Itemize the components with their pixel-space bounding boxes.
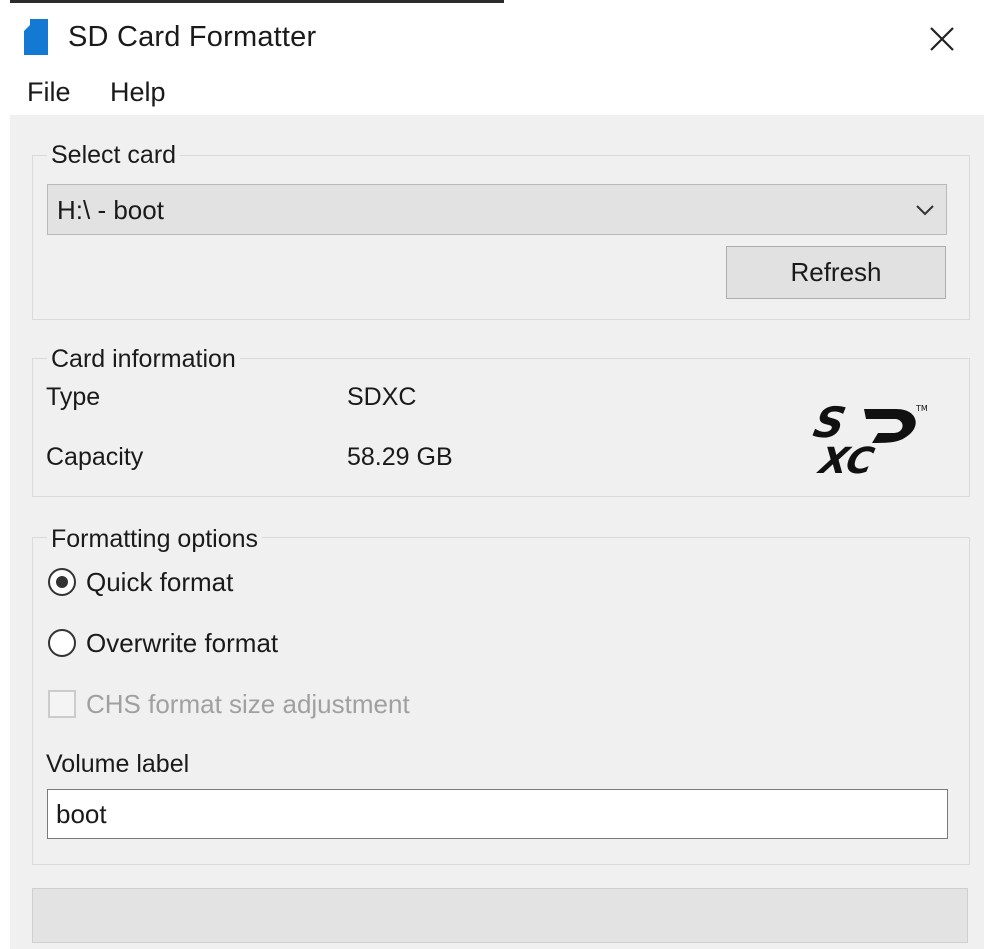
formatting-options-legend: Formatting options bbox=[47, 524, 263, 554]
quick-format-radio-button[interactable] bbox=[48, 568, 76, 596]
chs-adjustment-label: CHS format size adjustment bbox=[86, 689, 410, 719]
sd-card-formatter-window: SD Card Formatter File Help Select card … bbox=[0, 0, 984, 949]
overwrite-format-radio-button[interactable] bbox=[48, 629, 76, 657]
overwrite-format-label: Overwrite format bbox=[86, 628, 279, 658]
card-select-dropdown[interactable]: H:\ - boot bbox=[47, 184, 947, 235]
type-value: SDXC bbox=[347, 383, 417, 411]
radio-selected-dot bbox=[56, 576, 68, 588]
chs-adjustment-checkbox-row: CHS format size adjustment bbox=[48, 688, 448, 724]
capacity-value: 58.29 GB bbox=[347, 443, 453, 471]
quick-format-label: Quick format bbox=[86, 567, 234, 597]
volume-label-caption: Volume label bbox=[46, 750, 190, 778]
close-icon[interactable] bbox=[918, 15, 966, 63]
volume-label-input[interactable] bbox=[47, 789, 948, 839]
overwrite-format-radio[interactable]: Overwrite format bbox=[48, 627, 308, 663]
status-bar bbox=[32, 888, 968, 943]
card-information-legend: Card information bbox=[47, 344, 240, 374]
menu-file[interactable]: File bbox=[27, 75, 71, 109]
type-label: Type bbox=[46, 383, 101, 411]
refresh-button[interactable]: Refresh bbox=[726, 246, 946, 299]
chs-adjustment-checkbox bbox=[48, 690, 76, 718]
sd-card-icon bbox=[24, 19, 48, 55]
menu-help[interactable]: Help bbox=[110, 75, 166, 109]
title-bar[interactable]: SD Card Formatter bbox=[0, 3, 984, 67]
capacity-label: Capacity bbox=[46, 443, 144, 471]
menu-bar: File Help bbox=[0, 67, 984, 115]
svg-text:XC: XC bbox=[814, 439, 878, 477]
chevron-down-icon bbox=[916, 205, 934, 216]
svg-text:TM: TM bbox=[915, 404, 928, 413]
select-card-legend: Select card bbox=[47, 140, 181, 170]
window-title: SD Card Formatter bbox=[68, 21, 317, 53]
main-panel: Select card H:\ - boot Refresh Card info… bbox=[10, 115, 984, 949]
sdxc-logo-icon: S XC TM bbox=[809, 399, 928, 477]
card-select-value: H:\ - boot bbox=[57, 195, 164, 225]
quick-format-radio[interactable]: Quick format bbox=[48, 566, 278, 602]
